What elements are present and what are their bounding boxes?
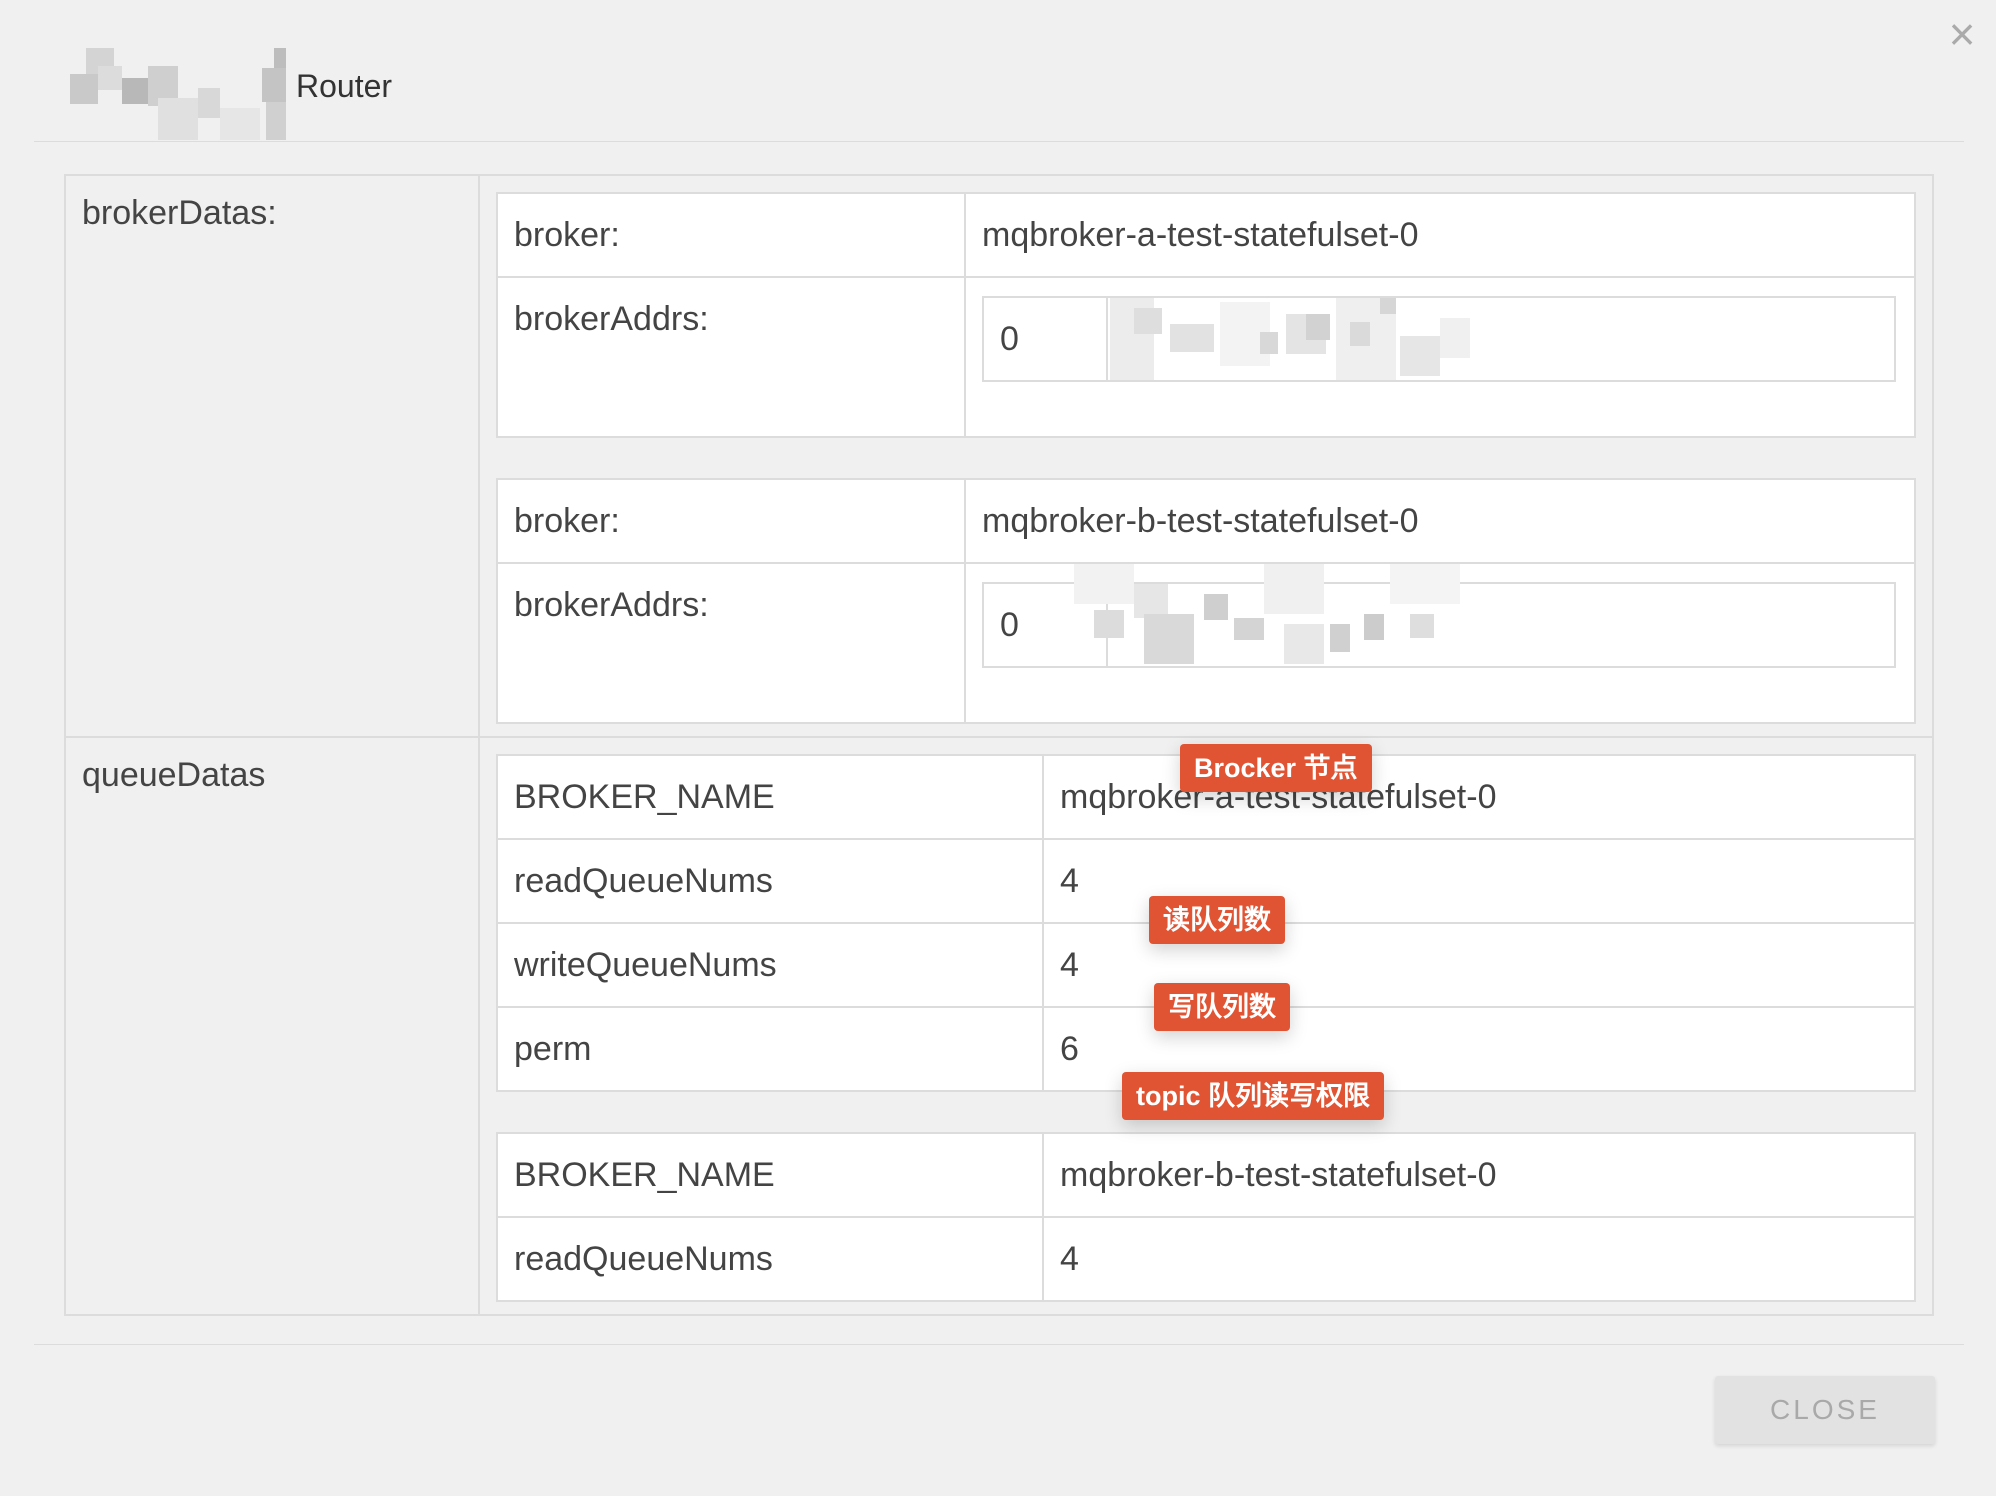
dialog-content[interactable]: brokerDatas: broker: mqbroker-a-test-sta…	[34, 142, 1964, 1344]
router-dialog: × Router brokerDatas: broker: mqbroker-a…	[0, 0, 1996, 1496]
queue-value: mqbroker-b-test-statefulset-0	[1042, 1132, 1916, 1218]
annotation-read-queue: 读队列数	[1149, 896, 1285, 944]
table-row: broker: mqbroker-b-test-statefulset-0	[496, 478, 1916, 564]
queue-key: BROKER_NAME	[496, 1132, 1044, 1218]
queue-key: readQueueNums	[496, 838, 1044, 924]
broker-addrs-table: 0	[982, 564, 1896, 668]
queue-value: 4	[1042, 1216, 1916, 1302]
broker-addrs-key: brokerAddrs:	[496, 562, 966, 724]
broker-addrs-key: brokerAddrs:	[496, 276, 966, 438]
broker-addrs-value: 0	[964, 562, 1916, 724]
table-row: readQueueNums 4	[496, 1216, 1916, 1302]
broker-datas-label: brokerDatas:	[64, 174, 480, 738]
queue-key: BROKER_NAME	[496, 754, 1044, 840]
broker-key: broker:	[496, 478, 966, 564]
broker-addrs-value: 0	[964, 276, 1916, 438]
broker-addrs-table: 0	[982, 296, 1896, 382]
redacted-address-mosaic	[1074, 564, 1484, 664]
dialog-title: Router	[296, 68, 393, 104]
router-table: brokerDatas: broker: mqbroker-a-test-sta…	[64, 174, 1934, 1316]
broker-data-table: broker: mqbroker-b-test-statefulset-0 br…	[496, 478, 1916, 724]
broker-data-table: broker: mqbroker-a-test-statefulset-0 br…	[496, 192, 1916, 438]
addr-index: 0	[984, 298, 1108, 380]
broker-value: mqbroker-b-test-statefulset-0	[964, 478, 1916, 564]
queue-value: mqbroker-a-test-statefulset-0	[1042, 754, 1916, 840]
annotation-write-queue: 写队列数	[1154, 983, 1290, 1031]
queue-key: readQueueNums	[496, 1216, 1044, 1302]
annotation-broker-node: Brocker 节点	[1180, 744, 1372, 792]
redacted-title-mosaic	[52, 48, 298, 140]
close-button[interactable]: CLOSE	[1715, 1376, 1935, 1444]
dialog-footer-divider	[34, 1344, 1964, 1345]
queue-data-table: BROKER_NAME mqbroker-b-test-statefulset-…	[496, 1132, 1916, 1302]
dialog-header: Router	[34, 40, 1964, 142]
queue-datas-row: queueDatas BROKER_NAME mqbroker-a-test-s…	[64, 736, 1934, 1316]
queue-key: writeQueueNums	[496, 922, 1044, 1008]
table-row: brokerAddrs: 0	[496, 276, 1916, 438]
broker-datas-row: brokerDatas: broker: mqbroker-a-test-sta…	[64, 174, 1934, 738]
annotation-perm: topic 队列读写权限	[1122, 1072, 1384, 1120]
broker-key: broker:	[496, 192, 966, 278]
broker-value: mqbroker-a-test-statefulset-0	[964, 192, 1916, 278]
broker-datas-value: broker: mqbroker-a-test-statefulset-0 br…	[478, 174, 1934, 738]
queue-key: perm	[496, 1006, 1044, 1092]
queue-datas-label: queueDatas	[64, 736, 480, 1316]
redacted-address-mosaic	[1110, 298, 1470, 380]
table-row: brokerAddrs: 0	[496, 562, 1916, 724]
table-row: broker: mqbroker-a-test-statefulset-0	[496, 192, 1916, 278]
table-row: BROKER_NAME mqbroker-b-test-statefulset-…	[496, 1132, 1916, 1218]
